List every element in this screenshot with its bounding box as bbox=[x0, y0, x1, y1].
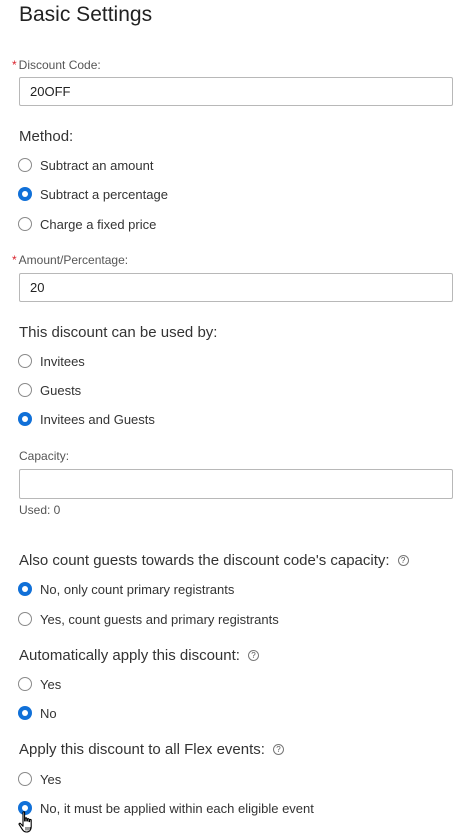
method-option-fixed-price[interactable]: Charge a fixed price bbox=[18, 215, 156, 233]
used-by-option-invitees[interactable]: Invitees bbox=[18, 352, 85, 370]
discount-code-input[interactable]: 20OFF bbox=[19, 77, 453, 106]
radio-button[interactable] bbox=[18, 158, 32, 172]
radio-label: No bbox=[40, 705, 57, 721]
used-by-label: This discount can be used by: bbox=[19, 324, 218, 341]
count-guests-option-yes[interactable]: Yes, count guests and primary registrant… bbox=[18, 610, 279, 628]
radio-button[interactable] bbox=[18, 354, 32, 368]
flex-events-label-text: Apply this discount to all Flex events: bbox=[19, 741, 265, 758]
radio-label: Guests bbox=[40, 382, 82, 398]
radio-button[interactable] bbox=[18, 772, 32, 786]
amount-label-text: Amount/Percentage: bbox=[18, 253, 129, 267]
radio-button[interactable] bbox=[18, 582, 32, 596]
capacity-input[interactable] bbox=[19, 469, 453, 499]
used-by-option-guests[interactable]: Guests bbox=[18, 381, 81, 399]
capacity-label: Capacity: bbox=[19, 449, 70, 463]
radio-label: No, only count primary registrants bbox=[40, 581, 235, 597]
capacity-used-text: Used: 0 bbox=[19, 503, 61, 517]
radio-label: Charge a fixed price bbox=[40, 216, 157, 232]
radio-button[interactable] bbox=[18, 217, 32, 231]
discount-code-label: * Discount Code: bbox=[12, 58, 101, 72]
used-by-option-invitees-and-guests[interactable]: Invitees and Guests bbox=[18, 410, 155, 428]
radio-label: Yes, count guests and primary registrant… bbox=[40, 611, 279, 627]
radio-label: Subtract an amount bbox=[40, 157, 154, 173]
question-circle-icon[interactable]: ? bbox=[397, 555, 409, 566]
radio-button[interactable] bbox=[18, 412, 32, 426]
radio-label: Yes bbox=[40, 676, 62, 692]
flex-events-option-no[interactable]: No, it must be applied within each eligi… bbox=[18, 799, 314, 817]
required-asterisk: * bbox=[12, 58, 17, 72]
radio-label: Invitees and Guests bbox=[40, 411, 155, 427]
count-guests-option-no[interactable]: No, only count primary registrants bbox=[18, 580, 234, 598]
amount-label: * Amount/Percentage: bbox=[12, 253, 128, 267]
auto-apply-option-yes[interactable]: Yes bbox=[18, 675, 61, 693]
required-asterisk: * bbox=[12, 253, 17, 267]
radio-label: Yes bbox=[40, 771, 62, 787]
radio-button[interactable] bbox=[18, 677, 32, 691]
radio-button[interactable] bbox=[18, 383, 32, 397]
auto-apply-label-text: Automatically apply this discount: bbox=[19, 647, 240, 664]
auto-apply-label: Automatically apply this discount:? bbox=[19, 647, 259, 664]
amount-input[interactable]: 20 bbox=[19, 273, 453, 302]
method-option-subtract-percentage[interactable]: Subtract a percentage bbox=[18, 185, 168, 203]
method-label: Method: bbox=[19, 128, 74, 145]
method-option-subtract-amount[interactable]: Subtract an amount bbox=[18, 156, 153, 174]
flex-events-label: Apply this discount to all Flex events:? bbox=[19, 741, 284, 758]
radio-button[interactable] bbox=[18, 706, 32, 720]
radio-label: No, it must be applied within each eligi… bbox=[40, 800, 314, 816]
question-circle-icon[interactable]: ? bbox=[247, 650, 259, 661]
radio-button[interactable] bbox=[18, 612, 32, 626]
radio-label: Subtract a percentage bbox=[40, 186, 168, 202]
radio-label: Invitees bbox=[40, 353, 85, 369]
radio-button[interactable] bbox=[18, 187, 32, 201]
auto-apply-option-no[interactable]: No bbox=[18, 704, 57, 722]
flex-events-option-yes[interactable]: Yes bbox=[18, 770, 61, 788]
page-title: Basic Settings bbox=[19, 3, 153, 26]
count-guests-label-text: Also count guests towards the discount c… bbox=[19, 552, 390, 569]
discount-code-label-text: Discount Code: bbox=[18, 58, 101, 72]
question-circle-icon[interactable]: ? bbox=[272, 744, 284, 755]
count-guests-label: Also count guests towards the discount c… bbox=[19, 552, 409, 569]
hand-pointer-icon bbox=[18, 811, 32, 833]
